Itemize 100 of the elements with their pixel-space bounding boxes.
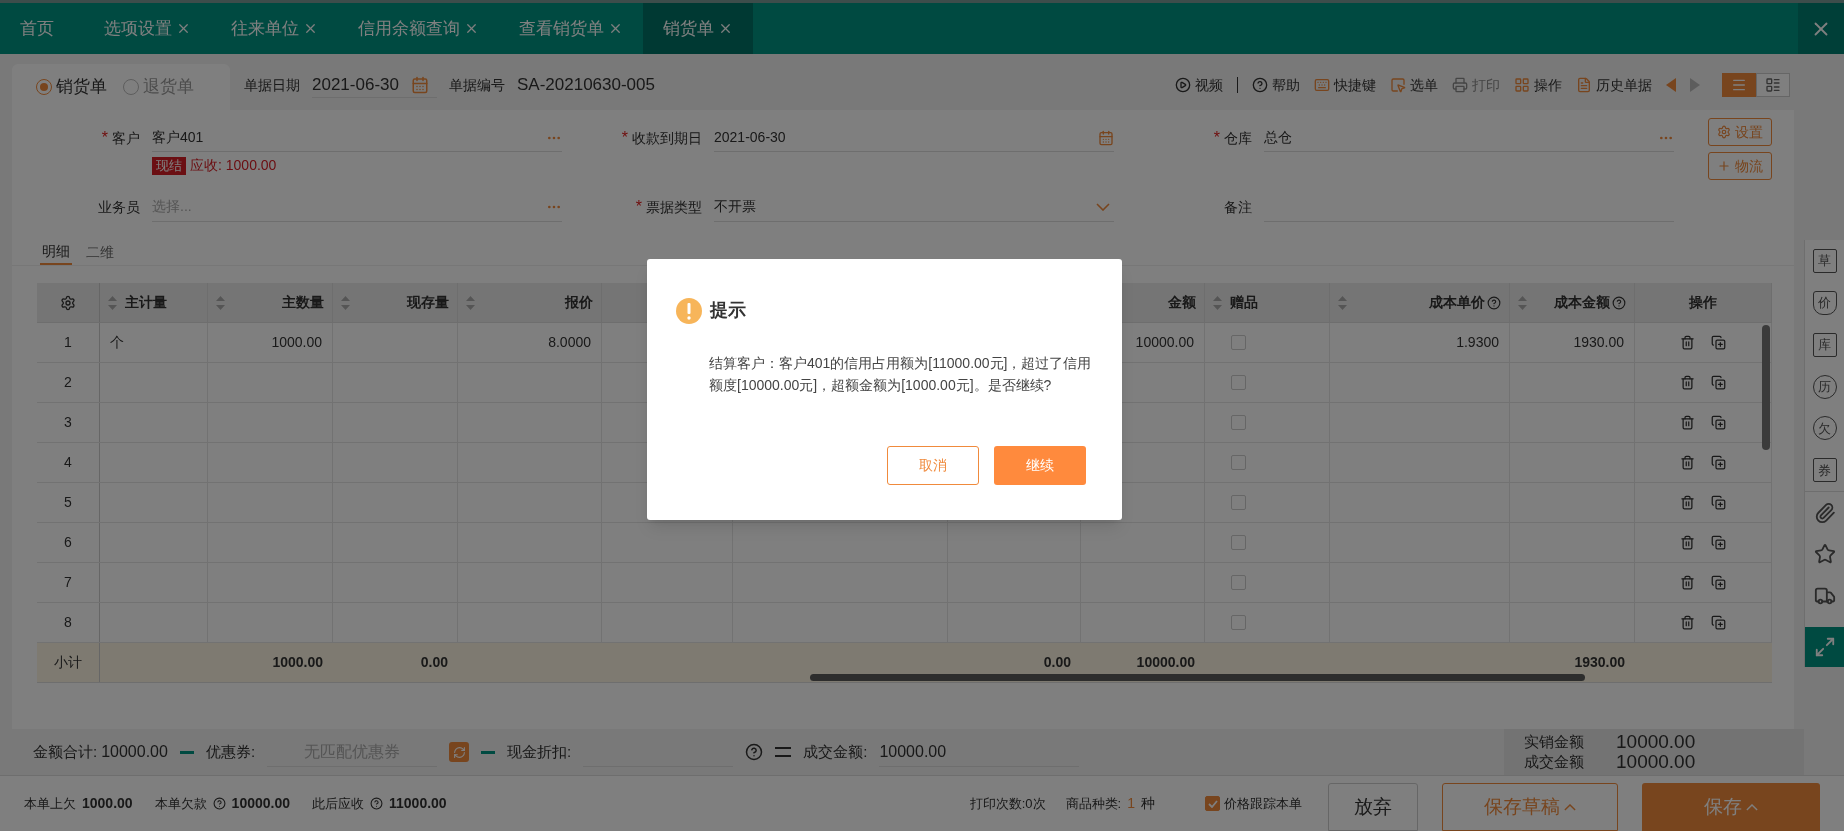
- view-toggle[interactable]: [1756, 73, 1790, 97]
- copy-add-icon[interactable]: [1711, 575, 1726, 590]
- toolbar-button[interactable]: 选单: [1390, 74, 1438, 96]
- checkbox[interactable]: [1231, 335, 1246, 350]
- checkbox[interactable]: [1205, 796, 1220, 811]
- subtotal-cell-text: 1000.00: [272, 653, 323, 672]
- tab[interactable]: 明细: [40, 240, 72, 265]
- delete-icon[interactable]: [1680, 535, 1695, 550]
- checkbox[interactable]: [1231, 615, 1246, 630]
- sort-icon[interactable]: [1213, 295, 1222, 310]
- delete-icon[interactable]: [1680, 375, 1695, 390]
- checkbox[interactable]: [1231, 535, 1246, 550]
- calendar-icon[interactable]: [1098, 129, 1114, 146]
- required-mark: *: [621, 128, 628, 148]
- checkbox[interactable]: [1231, 455, 1246, 470]
- cancel-button[interactable]: 取消: [887, 446, 979, 485]
- settings-icon[interactable]: [60, 294, 76, 311]
- close-icon[interactable]: [608, 21, 623, 36]
- checkbox[interactable]: [1231, 495, 1246, 510]
- toolbar-button[interactable]: 历史单据: [1576, 74, 1652, 96]
- save-draft-button[interactable]: 保存草稿: [1442, 783, 1618, 831]
- help-icon[interactable]: [370, 797, 383, 810]
- view-toggle[interactable]: [1722, 73, 1756, 97]
- horizontal-scrollbar[interactable]: [810, 674, 1585, 681]
- tab[interactable]: 往来单位: [211, 3, 338, 54]
- copy-add-icon[interactable]: [1711, 615, 1726, 630]
- expand-button[interactable]: [1804, 626, 1844, 667]
- copy-add-icon[interactable]: [1711, 455, 1726, 470]
- sort-icon[interactable]: [108, 295, 117, 310]
- column-header: 现存量: [407, 293, 449, 312]
- footer-value: 10000.00: [231, 794, 290, 813]
- delete-icon[interactable]: [1680, 615, 1695, 630]
- tab[interactable]: 销货单: [643, 3, 753, 54]
- customer-field[interactable]: 客户401: [152, 124, 562, 152]
- toolbar-button[interactable]: 视频: [1175, 74, 1223, 96]
- side-tool-button[interactable]: 草: [1812, 248, 1837, 273]
- column-header: 操作: [1689, 293, 1717, 312]
- sort-icon[interactable]: [1518, 295, 1527, 310]
- help-icon[interactable]: [212, 797, 226, 810]
- tab[interactable]: 信用余额查询: [338, 3, 499, 54]
- warehouse-field[interactable]: 总仓: [1264, 124, 1674, 152]
- checkbox[interactable]: [1231, 575, 1246, 590]
- product-kinds-unit: 种: [1141, 794, 1155, 813]
- delete-icon[interactable]: [1680, 335, 1695, 350]
- outline-button[interactable]: 设置: [1708, 118, 1772, 146]
- calendar-icon[interactable]: [410, 75, 429, 94]
- list-icon: [1731, 77, 1747, 93]
- toolbar-button[interactable]: 操作: [1514, 74, 1562, 96]
- continue-button[interactable]: 继续: [994, 446, 1086, 485]
- previous-arrow-icon[interactable]: [1666, 78, 1676, 92]
- radio-option[interactable]: 销货单: [36, 74, 107, 100]
- toolbar-button[interactable]: 快捷键: [1314, 74, 1376, 96]
- toolbar-button[interactable]: 帮助: [1252, 74, 1300, 96]
- subtotal-label: 小计: [54, 653, 82, 672]
- date-field[interactable]: 2021-06-30: [714, 124, 1114, 152]
- copy-add-icon[interactable]: [1711, 335, 1726, 350]
- product-kinds-count: 1: [1127, 794, 1135, 813]
- star-icon[interactable]: [1813, 543, 1836, 566]
- discard-button[interactable]: 放弃: [1328, 783, 1418, 831]
- tab[interactable]: 查看销货单: [499, 3, 643, 54]
- checkbox[interactable]: [1231, 415, 1246, 430]
- close-icon[interactable]: [464, 21, 479, 36]
- help-icon[interactable]: [745, 743, 764, 761]
- copy-add-icon[interactable]: [1711, 495, 1726, 510]
- close-icon[interactable]: [303, 21, 318, 36]
- discount-label: 现金折扣:: [507, 741, 572, 762]
- vertical-scrollbar[interactable]: [1762, 325, 1770, 450]
- side-tool-button[interactable]: 券: [1812, 458, 1837, 483]
- invoice-type-select[interactable]: 不开票: [714, 192, 1114, 222]
- close-icon[interactable]: [176, 21, 191, 36]
- tab[interactable]: 二维: [84, 240, 116, 265]
- date-field[interactable]: 2021-06-30: [312, 71, 437, 99]
- sort-icon[interactable]: [466, 295, 475, 310]
- paperclip-icon[interactable]: [1813, 501, 1836, 524]
- outline-button[interactable]: 物流: [1708, 152, 1772, 180]
- close-icon[interactable]: [718, 21, 733, 36]
- help-icon[interactable]: [1612, 295, 1626, 310]
- sort-icon[interactable]: [1338, 295, 1347, 310]
- help-icon[interactable]: [1487, 295, 1501, 310]
- check-icon: [1207, 799, 1218, 808]
- delete-icon[interactable]: [1680, 495, 1695, 510]
- side-tool-button[interactable]: 价: [1812, 290, 1837, 315]
- delete-icon[interactable]: [1680, 415, 1695, 430]
- truck-icon[interactable]: [1813, 585, 1836, 607]
- track-price-checkbox[interactable]: 价格跟踪本单: [1205, 793, 1302, 814]
- deal-label: 成交金额:: [803, 741, 868, 762]
- text-field[interactable]: SA-20210630-005: [516, 72, 663, 98]
- tab[interactable]: 首页: [0, 3, 84, 54]
- sort-icon[interactable]: [341, 295, 350, 310]
- delete-icon[interactable]: [1680, 455, 1695, 470]
- checkbox[interactable]: [1231, 375, 1246, 390]
- refresh-button[interactable]: [449, 742, 470, 762]
- copy-add-icon[interactable]: [1711, 375, 1726, 390]
- save-button[interactable]: 保存: [1642, 783, 1820, 831]
- sort-icon[interactable]: [216, 295, 225, 310]
- tab[interactable]: 选项设置: [84, 3, 211, 54]
- delete-icon[interactable]: [1680, 575, 1695, 590]
- copy-add-icon[interactable]: [1711, 535, 1726, 550]
- side-tool-button[interactable]: 库: [1812, 332, 1837, 357]
- copy-add-icon[interactable]: [1711, 415, 1726, 430]
